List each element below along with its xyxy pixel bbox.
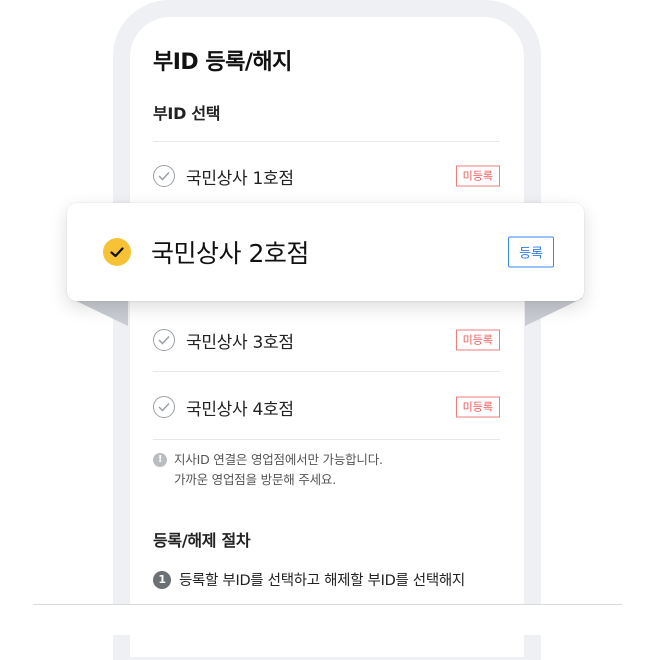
section-label-procedure: 등록/해제 절차 [153, 531, 251, 550]
check-circle-icon [153, 165, 175, 187]
status-badge-unregistered: 미등록 [455, 165, 500, 187]
card-shadow-left [70, 298, 128, 326]
status-badge-registered: 등록 [508, 236, 554, 268]
store-row-4[interactable]: 국민상사 4호점 미등록 [153, 387, 500, 427]
store-name: 국민상사 3호점 [186, 332, 294, 353]
section-label-select: 부ID 선택 [153, 104, 221, 123]
store-name: 국민상사 1호점 [186, 168, 294, 189]
check-circle-icon [153, 396, 175, 418]
divider [153, 141, 500, 142]
divider [153, 439, 500, 440]
notice: ! 지사ID 연결은 영업점에서만 가능합니다. 가까운 영업점을 방문해 주세… [153, 450, 383, 490]
status-badge-unregistered: 미등록 [455, 396, 500, 418]
store-row-1[interactable]: 국민상사 1호점 미등록 [153, 156, 500, 196]
info-icon: ! [153, 453, 167, 467]
store-row-2-selected[interactable]: 국민상사 2호점 등록 [67, 203, 584, 301]
store-name: 국민상사 4호점 [186, 399, 294, 420]
step-number: 1 [153, 570, 171, 589]
notice-line-1: 지사ID 연결은 영업점에서만 가능합니다. [174, 452, 383, 467]
store-row-3[interactable]: 국민상사 3호점 미등록 [153, 320, 500, 360]
card-shadow-right [525, 298, 583, 326]
check-filled-icon [103, 238, 131, 266]
bottom-area [0, 605, 655, 635]
divider [153, 371, 500, 372]
notice-line-2: 가까운 영업점을 방문해 주세요. [174, 472, 336, 487]
status-badge-unregistered: 미등록 [455, 329, 500, 351]
procedure-step: 1 등록할 부ID를 선택하고 해제할 부ID를 선택해지 [153, 569, 465, 590]
bottom-divider [33, 604, 622, 605]
store-name: 국민상사 2호점 [151, 239, 309, 268]
page-title: 부ID 등록/해지 [153, 50, 292, 75]
check-circle-icon [153, 329, 175, 351]
step-text: 등록할 부ID를 선택하고 해제할 부ID를 선택해지 [179, 573, 465, 589]
